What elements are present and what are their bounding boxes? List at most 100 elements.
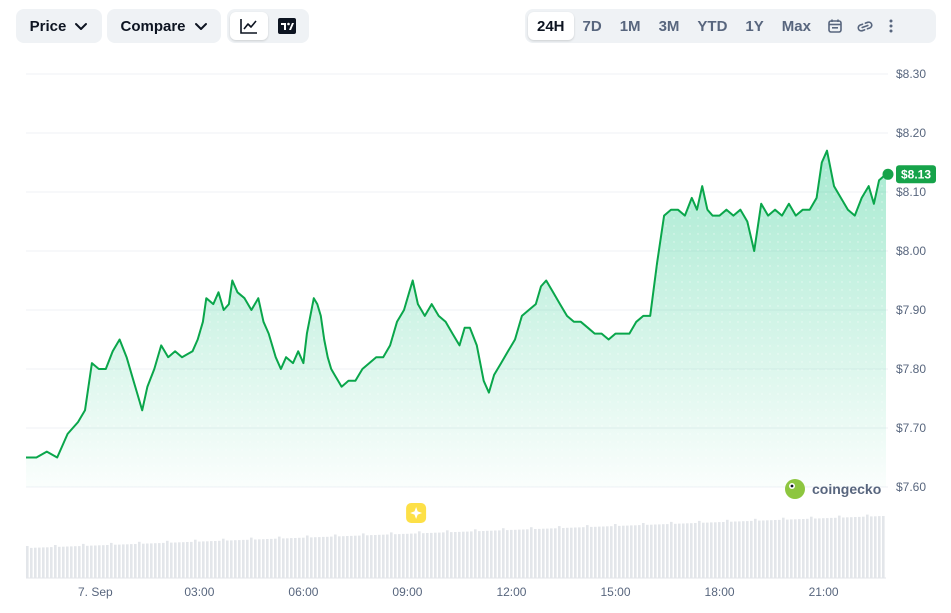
volume-bar — [830, 517, 833, 578]
volume-bar — [190, 541, 193, 578]
range-3m-button[interactable]: 3M — [650, 12, 689, 40]
volume-bar — [394, 534, 397, 578]
volume-bar — [26, 546, 29, 578]
volume-bar — [126, 544, 129, 578]
y-tick-label: $8.00 — [896, 244, 926, 258]
volume-bar — [250, 537, 253, 578]
compare-dropdown[interactable]: Compare — [107, 9, 221, 43]
volume-bar — [526, 529, 529, 578]
volume-bar — [542, 528, 545, 578]
line-chart-view-button[interactable] — [230, 12, 268, 40]
volume-bar — [74, 546, 77, 578]
volume-bar — [362, 533, 365, 578]
volume-bar — [314, 537, 317, 578]
volume-bar — [638, 525, 641, 578]
calendar-icon — [828, 19, 842, 33]
volume-bar — [702, 522, 705, 578]
volume-bar — [246, 539, 249, 578]
range-1y-button[interactable]: 1Y — [736, 12, 772, 40]
volume-bar — [562, 528, 565, 578]
volume-bar — [546, 528, 549, 578]
range-1m-button[interactable]: 1M — [611, 12, 650, 40]
coingecko-logo-icon — [785, 479, 805, 499]
volume-bar — [358, 535, 361, 578]
price-area-texture — [26, 150, 886, 487]
volume-bar — [858, 516, 861, 578]
x-tick-label: 06:00 — [288, 585, 318, 599]
volume-bar — [370, 535, 373, 578]
volume-bar — [406, 533, 409, 578]
volume-bar — [630, 525, 633, 578]
volume-bar — [82, 543, 85, 578]
volume-bar — [114, 544, 117, 578]
price-chart[interactable]: $8.30 $8.20 $8.10 $8.00 $7.90 $7.80 $7.70 $7.60… — [0, 56, 951, 613]
volume-bar — [798, 519, 801, 578]
event-marker[interactable] — [406, 503, 427, 523]
range-ytd-button[interactable]: YTD — [688, 12, 736, 40]
date-range-button[interactable] — [820, 12, 850, 40]
y-tick-label: $8.20 — [896, 126, 926, 140]
tradingview-icon — [278, 18, 296, 34]
volume-bar — [670, 521, 673, 578]
volume-bar — [322, 536, 325, 578]
volume-bar — [430, 532, 433, 578]
volume-bar — [778, 519, 781, 578]
range-max-button[interactable]: Max — [773, 12, 820, 40]
volume-bar — [390, 532, 393, 578]
volume-bar — [510, 529, 513, 578]
volume-bar — [790, 519, 793, 578]
x-tick-label: 03:00 — [184, 585, 214, 599]
volume-bar — [874, 516, 877, 578]
volume-bar — [318, 537, 321, 578]
volume-bar — [566, 527, 569, 578]
volume-bar — [438, 532, 441, 578]
volume-bar — [230, 540, 233, 578]
price-dropdown[interactable]: Price — [16, 9, 102, 43]
volume-bar — [806, 518, 809, 578]
volume-bar — [270, 538, 273, 578]
y-tick-label: $7.80 — [896, 362, 926, 376]
tradingview-view-button[interactable] — [268, 12, 306, 40]
volume-bar — [550, 528, 553, 578]
volume-bar — [754, 518, 757, 578]
volume-bar — [758, 520, 761, 578]
range-7d-button[interactable]: 7D — [574, 12, 611, 40]
volume-bar — [850, 517, 853, 578]
volume-bar — [238, 540, 241, 578]
volume-bar — [94, 545, 97, 578]
range-24h-button[interactable]: 24H — [528, 12, 574, 40]
volume-bar — [706, 522, 709, 578]
volume-bar — [118, 544, 121, 578]
share-link-button[interactable] — [850, 12, 880, 40]
volume-bar — [594, 526, 597, 578]
more-options-button[interactable] — [880, 12, 902, 40]
volume-bar — [602, 526, 605, 578]
volume-bar — [746, 521, 749, 578]
volume-bar — [674, 523, 677, 578]
volume-bar — [818, 518, 821, 578]
current-price-dot — [882, 168, 894, 180]
volume-bar — [446, 530, 449, 578]
volume-bar — [854, 517, 857, 578]
volume-bar — [482, 531, 485, 578]
volume-bar — [342, 536, 345, 578]
volume-bar — [826, 518, 829, 578]
volume-bar — [838, 515, 841, 578]
volume-bar — [122, 544, 125, 578]
chevron-down-icon — [75, 23, 88, 30]
volume-bar — [522, 529, 525, 578]
volume-bar — [110, 542, 113, 578]
volume-bar — [262, 539, 265, 578]
volume-bar — [414, 533, 417, 578]
volume-bar — [506, 530, 509, 578]
volume-bar — [866, 514, 869, 578]
volume-bar — [258, 539, 261, 578]
volume-bar — [102, 545, 105, 578]
volume-bar — [554, 528, 557, 578]
volume-bar — [654, 524, 657, 578]
volume-bar — [678, 523, 681, 578]
volume-bar — [38, 547, 41, 578]
volume-bar — [266, 539, 269, 578]
link-icon — [857, 21, 873, 32]
volume-bar — [66, 546, 69, 578]
